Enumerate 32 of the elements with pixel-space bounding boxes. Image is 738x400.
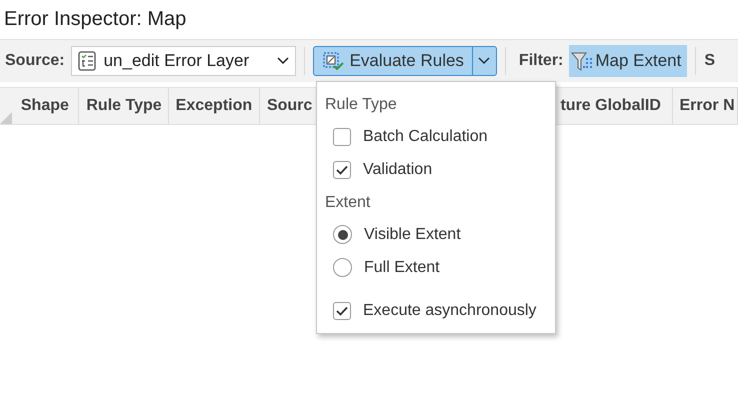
- source-label: Source:: [5, 52, 65, 70]
- filter-label: Filter:: [518, 52, 564, 70]
- menu-checkbox-item[interactable]: Validation: [317, 153, 555, 186]
- corner-icon: [0, 112, 12, 124]
- split-button[interactable]: Evaluate Rules: [312, 46, 497, 76]
- check-icon: [336, 306, 348, 316]
- map-extent-toggle[interactable]: Map Extent: [569, 45, 688, 77]
- checkbox[interactable]: [333, 302, 351, 320]
- window-title: Error Inspector: Map: [3, 7, 188, 32]
- radio-button[interactable]: [333, 225, 352, 244]
- menu-radio-item[interactable]: Visible Extent: [317, 218, 555, 251]
- menu-radio-item[interactable]: Full Extent: [317, 251, 555, 284]
- column-header[interactable]: Rule Type: [79, 88, 169, 124]
- list-icon: [78, 51, 96, 71]
- chevron-down-icon: [478, 57, 490, 65]
- column-header[interactable]: Error N: [672, 88, 738, 124]
- evaluate-rules-button[interactable]: Evaluate Rules: [314, 47, 472, 75]
- menu-heading: Rule Type: [324, 95, 398, 115]
- menu-heading: Extent: [324, 193, 372, 213]
- checkbox[interactable]: [333, 128, 351, 146]
- chevron-down-icon: [276, 57, 289, 65]
- validate-icon: [322, 51, 344, 71]
- menu-checkbox-item[interactable]: Execute asynchronously: [317, 294, 555, 327]
- checkbox[interactable]: [333, 160, 351, 178]
- source-dropdown[interactable]: un_edit Error Layer: [70, 46, 296, 76]
- check-icon: [336, 164, 348, 174]
- radio-button[interactable]: [333, 258, 352, 277]
- column-header[interactable]: Shape: [14, 88, 80, 124]
- menu-checkbox-item[interactable]: Batch Calculation: [317, 120, 555, 153]
- filter-icon: [571, 50, 594, 72]
- column-header[interactable]: Exception: [168, 88, 260, 124]
- toolbar-label: S: [704, 52, 716, 70]
